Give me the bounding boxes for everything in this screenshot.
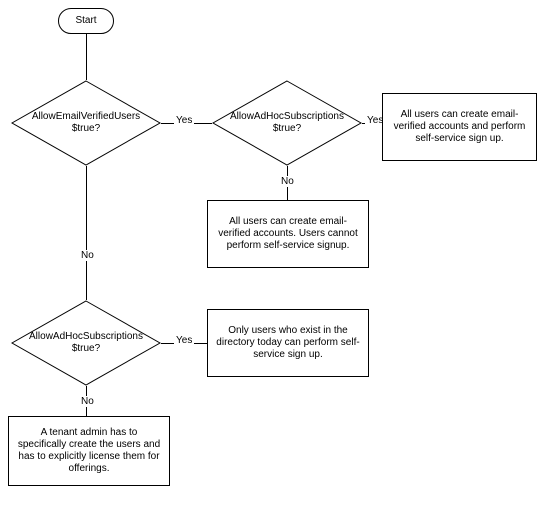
- outcome-text: A tenant admin has to specifically creat…: [17, 427, 161, 475]
- decision-allow-adhoc-bottom: AllowAdHocSubscriptions $true?: [11, 300, 161, 386]
- decision-text-line: $true?: [230, 123, 344, 135]
- outcome-all-create-and-signup: All users can create email-verified acco…: [382, 93, 537, 161]
- edge-label-no: No: [79, 250, 96, 261]
- outcome-text: All users can create email-verified acco…: [216, 216, 360, 252]
- edge-label-yes: Yes: [174, 115, 194, 126]
- outcome-admin-must-create: A tenant admin has to specifically creat…: [8, 416, 170, 486]
- decision-text-line: AllowAdHocSubscriptions: [230, 111, 344, 123]
- edge-label-no: No: [279, 176, 296, 187]
- decision-allow-adhoc-top: AllowAdHocSubscriptions $true?: [212, 80, 362, 166]
- edge-label-yes: Yes: [174, 335, 194, 346]
- start-label: Start: [75, 15, 96, 27]
- decision-text-line: $true?: [29, 343, 143, 355]
- outcome-only-existing-signup: Only users who exist in the directory to…: [207, 309, 369, 377]
- outcome-text: All users can create email-verified acco…: [391, 109, 528, 145]
- start-node: Start: [58, 8, 114, 34]
- connector: [86, 34, 87, 80]
- decision-text-line: $true?: [32, 123, 140, 135]
- outcome-text: Only users who exist in the directory to…: [216, 325, 360, 361]
- edge-label-no: No: [79, 396, 96, 407]
- decision-allow-email-verified: AllowEmailVerifiedUsers $true?: [11, 80, 161, 166]
- connector: [86, 166, 87, 300]
- flowchart-canvas: Start AllowEmailVerifiedUsers $true? Yes…: [0, 0, 545, 505]
- decision-text-line: AllowAdHocSubscriptions: [29, 331, 143, 343]
- decision-text-line: AllowEmailVerifiedUsers: [32, 111, 140, 123]
- outcome-create-no-signup: All users can create email-verified acco…: [207, 200, 369, 268]
